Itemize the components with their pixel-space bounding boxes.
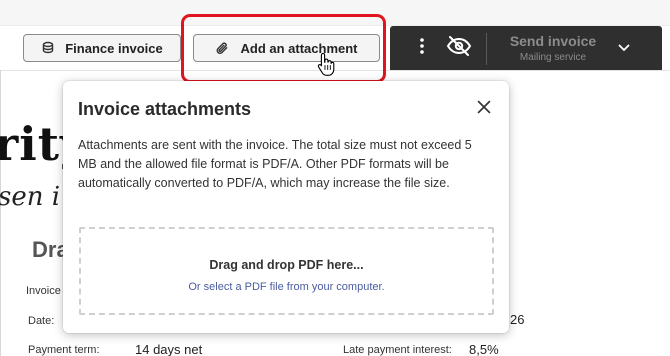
document-tagline: sen i — [0, 182, 61, 212]
coins-icon — [41, 41, 55, 55]
eye-off-icon — [446, 35, 472, 61]
hand-pointer-icon — [317, 52, 335, 81]
document-left-edge — [0, 70, 1, 356]
visibility-toggle-button[interactable] — [444, 34, 474, 62]
add-attachment-button[interactable]: Add an attachment — [193, 34, 380, 62]
close-icon — [477, 100, 491, 119]
vertical-dots-icon — [420, 37, 424, 59]
document-top-edge — [0, 70, 670, 71]
dropzone-label: Drag and drop PDF here... — [209, 258, 364, 272]
top-strip — [0, 0, 670, 26]
chevron-down-icon — [618, 39, 630, 57]
more-options-button[interactable] — [410, 36, 434, 60]
late-interest-label: Late payment interest: — [343, 344, 452, 356]
payment-term-value: 14 days net — [135, 342, 203, 356]
send-options-dropdown[interactable] — [614, 38, 634, 58]
finance-invoice-label: Finance invoice — [65, 40, 163, 56]
invoice-number-label: Invoice — [26, 285, 61, 297]
select-file-link[interactable]: Or select a PDF file from your computer. — [81, 281, 492, 293]
invoice-attachments-popover: Invoice attachments Attachments are sent… — [63, 81, 509, 333]
pdf-dropzone[interactable]: Drag and drop PDF here... Or select a PD… — [79, 227, 494, 315]
add-attachment-label: Add an attachment — [240, 40, 358, 56]
send-invoice-sublabel: Mailing service — [519, 52, 587, 63]
finance-invoice-button[interactable]: Finance invoice — [23, 34, 181, 62]
popover-description: Attachments are sent with the invoice. T… — [78, 138, 472, 190]
payment-term-label: Payment term: — [28, 344, 100, 356]
date-value: 26 — [510, 312, 525, 327]
send-invoice-button[interactable]: Send invoice Mailing service — [495, 29, 611, 67]
paperclip-icon — [215, 41, 230, 56]
close-popover-button[interactable] — [473, 98, 495, 120]
popover-title: Invoice attachments — [78, 99, 252, 119]
toolbar-divider — [486, 33, 487, 65]
late-interest-value: 8,5% — [469, 342, 499, 356]
date-label: Date: — [28, 315, 55, 327]
send-invoice-label: Send invoice — [509, 33, 597, 49]
invoice-editor: rity sen i Dra Invoice Date: 26 Payment … — [0, 0, 670, 356]
